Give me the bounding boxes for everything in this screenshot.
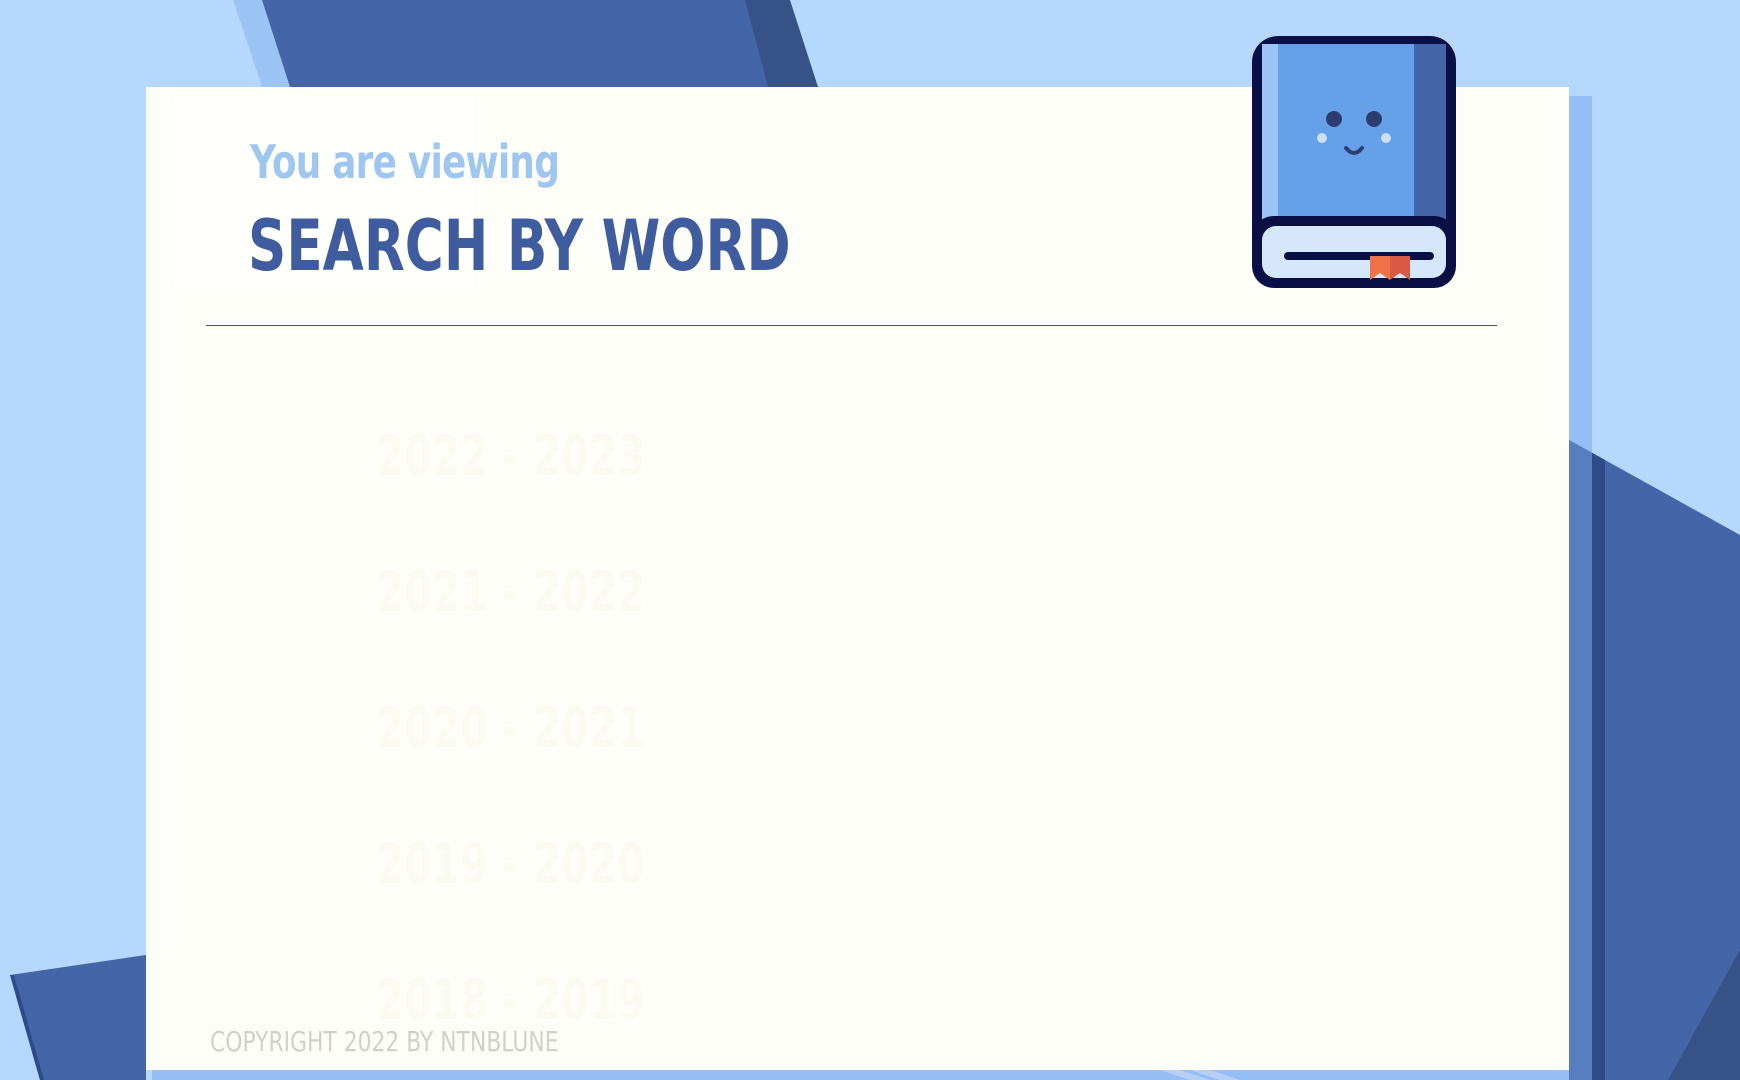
page-title: SEARCH BY WORD xyxy=(248,205,791,287)
year-link-2020-2021[interactable]: 2020 - 2021 xyxy=(376,689,678,825)
year-link-2018-2019[interactable]: 2018 - 2019 xyxy=(376,961,678,1080)
year-link-2022-2023[interactable]: 2022 - 2023 xyxy=(376,417,678,553)
year-link-2019-2020[interactable]: 2019 - 2020 xyxy=(376,825,678,961)
page-background: You are viewing SEARCH BY WORD 2022 - 20… xyxy=(0,0,1740,1080)
year-link-2021-2022[interactable]: 2021 - 2022 xyxy=(376,553,678,689)
book-mascot-icon xyxy=(1252,36,1456,288)
header-divider xyxy=(206,325,1497,326)
copyright-text: COPYRIGHT 2022 BY NTNBLUNE xyxy=(210,1025,559,1058)
year-list: 2022 - 2023 2021 - 2022 2020 - 2021 2019… xyxy=(376,417,796,1080)
page-subtitle: You are viewing xyxy=(250,135,560,189)
